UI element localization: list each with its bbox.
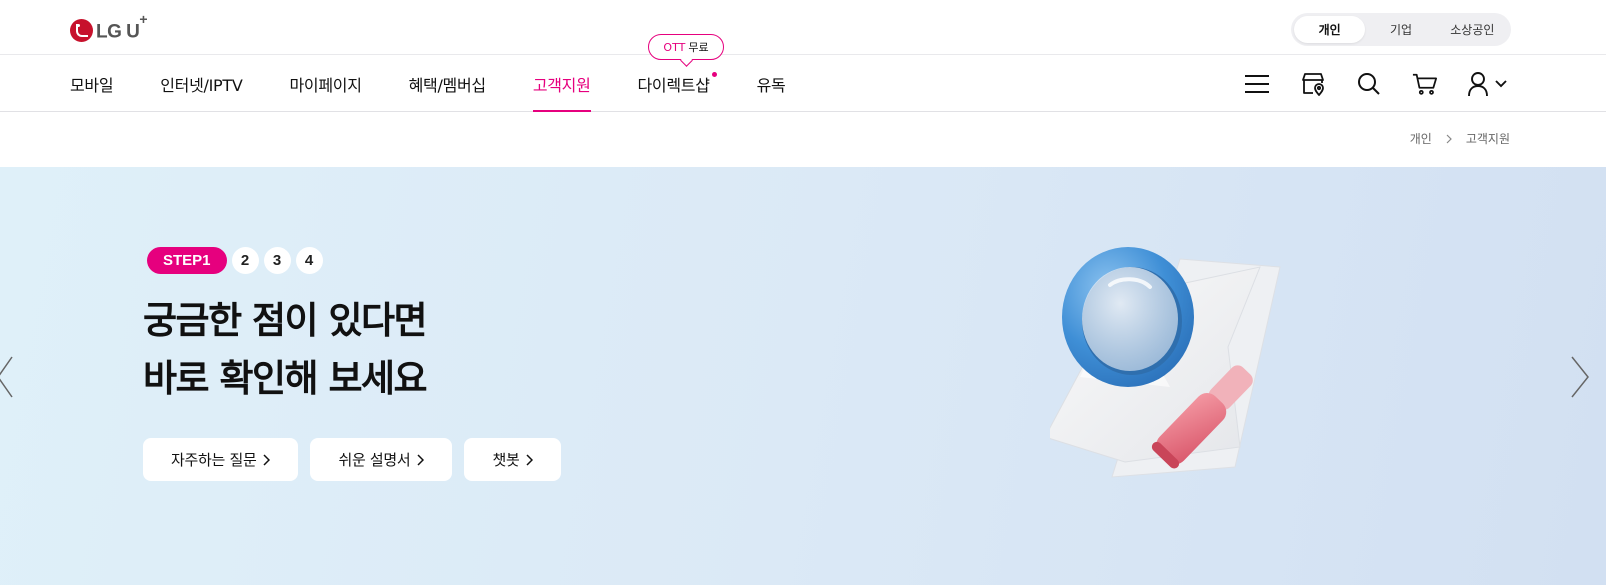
breadcrumb-support[interactable]: 고객지원: [1466, 130, 1510, 147]
step-3[interactable]: 3: [263, 247, 291, 274]
nav-item-mobile[interactable]: 모바일: [70, 55, 114, 112]
new-dot-badge: [711, 72, 717, 77]
hero-title-line1: 궁금한 점이 있다면: [143, 299, 428, 342]
nav-menu: 모바일 인터넷/IPTV 마이페이지 혜택/멤버십 고객지원 다이렉트샵 유독: [70, 55, 832, 112]
easy-guide-button[interactable]: 쉬운 설명서: [310, 438, 453, 481]
ott-free-text: 무료: [688, 41, 709, 54]
main-nav: 모바일 인터넷/IPTV 마이페이지 혜택/멤버십 고객지원 다이렉트샵 유독: [0, 55, 1606, 112]
ott-free-bubble[interactable]: OTT 무료: [648, 34, 724, 67]
nav-item-direct-shop-label: 다이렉트샵: [637, 75, 710, 95]
lg-uplus-logo[interactable]: LG U+: [70, 10, 148, 44]
step-active-badge[interactable]: STEP1: [147, 247, 227, 274]
chatbot-button[interactable]: 챗봇: [464, 438, 562, 481]
faq-button[interactable]: 자주하는 질문: [143, 438, 299, 481]
customer-type-segment: 개인 기업 소상공인: [1291, 13, 1511, 46]
top-header: LG U+ 개인 기업 소상공인: [0, 0, 1606, 55]
cart-icon[interactable]: [1412, 71, 1438, 97]
next-slide-arrow-icon[interactable]: [1568, 355, 1592, 399]
chevron-right-icon: [417, 453, 425, 466]
store-location-icon[interactable]: [1300, 71, 1326, 97]
nav-item-support[interactable]: 고객지원: [532, 55, 591, 112]
chevron-right-icon: [263, 453, 271, 466]
prev-slide-arrow-icon[interactable]: [0, 355, 18, 399]
nav-item-udok[interactable]: 유독: [757, 55, 786, 112]
menu-icon[interactable]: [1244, 71, 1270, 97]
step-indicator: STEP1 2 3 4: [147, 247, 323, 274]
hero-buttons: 자주하는 질문 쉬운 설명서 챗봇: [143, 438, 573, 481]
header-icons: [1214, 55, 1512, 112]
user-icon[interactable]: [1468, 71, 1512, 97]
chatbot-button-label: 챗봇: [492, 451, 520, 469]
chevron-right-icon: [526, 453, 534, 466]
breadcrumb: 개인 고객지원: [1410, 130, 1510, 147]
step-4[interactable]: 4: [295, 247, 323, 274]
hero-title-line2: 바로 확인해 보세요: [143, 357, 428, 400]
ott-tag: OTT: [663, 40, 686, 54]
logo-text: LG U+: [96, 10, 148, 43]
faq-button-label: 자주하는 질문: [171, 451, 257, 469]
segment-personal[interactable]: 개인: [1294, 16, 1366, 43]
nav-item-direct-shop[interactable]: 다이렉트샵: [637, 55, 717, 112]
chevron-right-icon: [1446, 134, 1452, 143]
breadcrumb-personal[interactable]: 개인: [1410, 130, 1432, 147]
search-icon[interactable]: [1356, 71, 1382, 97]
lg-logo-icon: [70, 18, 93, 42]
magnifier-document-illustration: [1050, 247, 1281, 478]
nav-item-internet-iptv[interactable]: 인터넷/IPTV: [160, 55, 243, 112]
segment-business[interactable]: 기업: [1365, 16, 1436, 43]
segment-small-business[interactable]: 소상공인: [1437, 16, 1508, 43]
hero-banner: STEP1 2 3 4 궁금한 점이 있다면 바로 확인해 보세요 자주하는 질…: [0, 167, 1606, 585]
nav-item-benefits[interactable]: 혜택/멤버십: [409, 55, 487, 112]
easy-guide-button-label: 쉬운 설명서: [338, 451, 411, 469]
step-2[interactable]: 2: [231, 247, 259, 274]
hero-title: 궁금한 점이 있다면 바로 확인해 보세요: [143, 292, 428, 408]
nav-item-mypage[interactable]: 마이페이지: [290, 55, 362, 112]
